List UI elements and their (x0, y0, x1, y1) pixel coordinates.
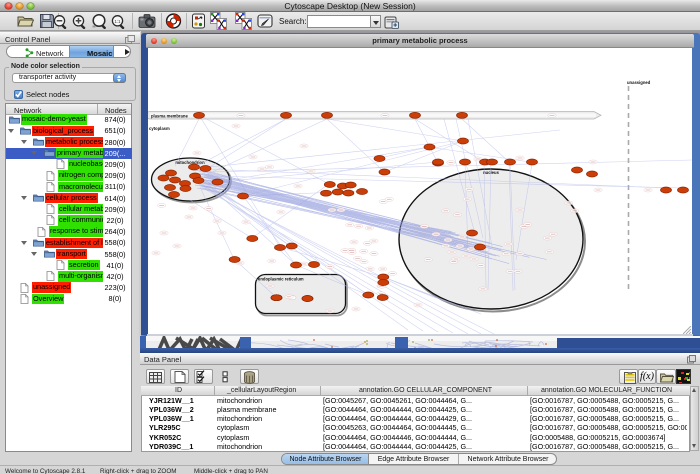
svg-text:nucleus: nucleus (483, 170, 499, 175)
svg-text:unassigned: unassigned (627, 80, 651, 85)
svg-text:plasma membrane: plasma membrane (151, 114, 188, 119)
svg-text:1:1: 1:1 (115, 19, 122, 24)
svg-text:cytoplasm: cytoplasm (149, 126, 170, 131)
svg-text:endoplasmic reticulum: endoplasmic reticulum (258, 277, 304, 282)
